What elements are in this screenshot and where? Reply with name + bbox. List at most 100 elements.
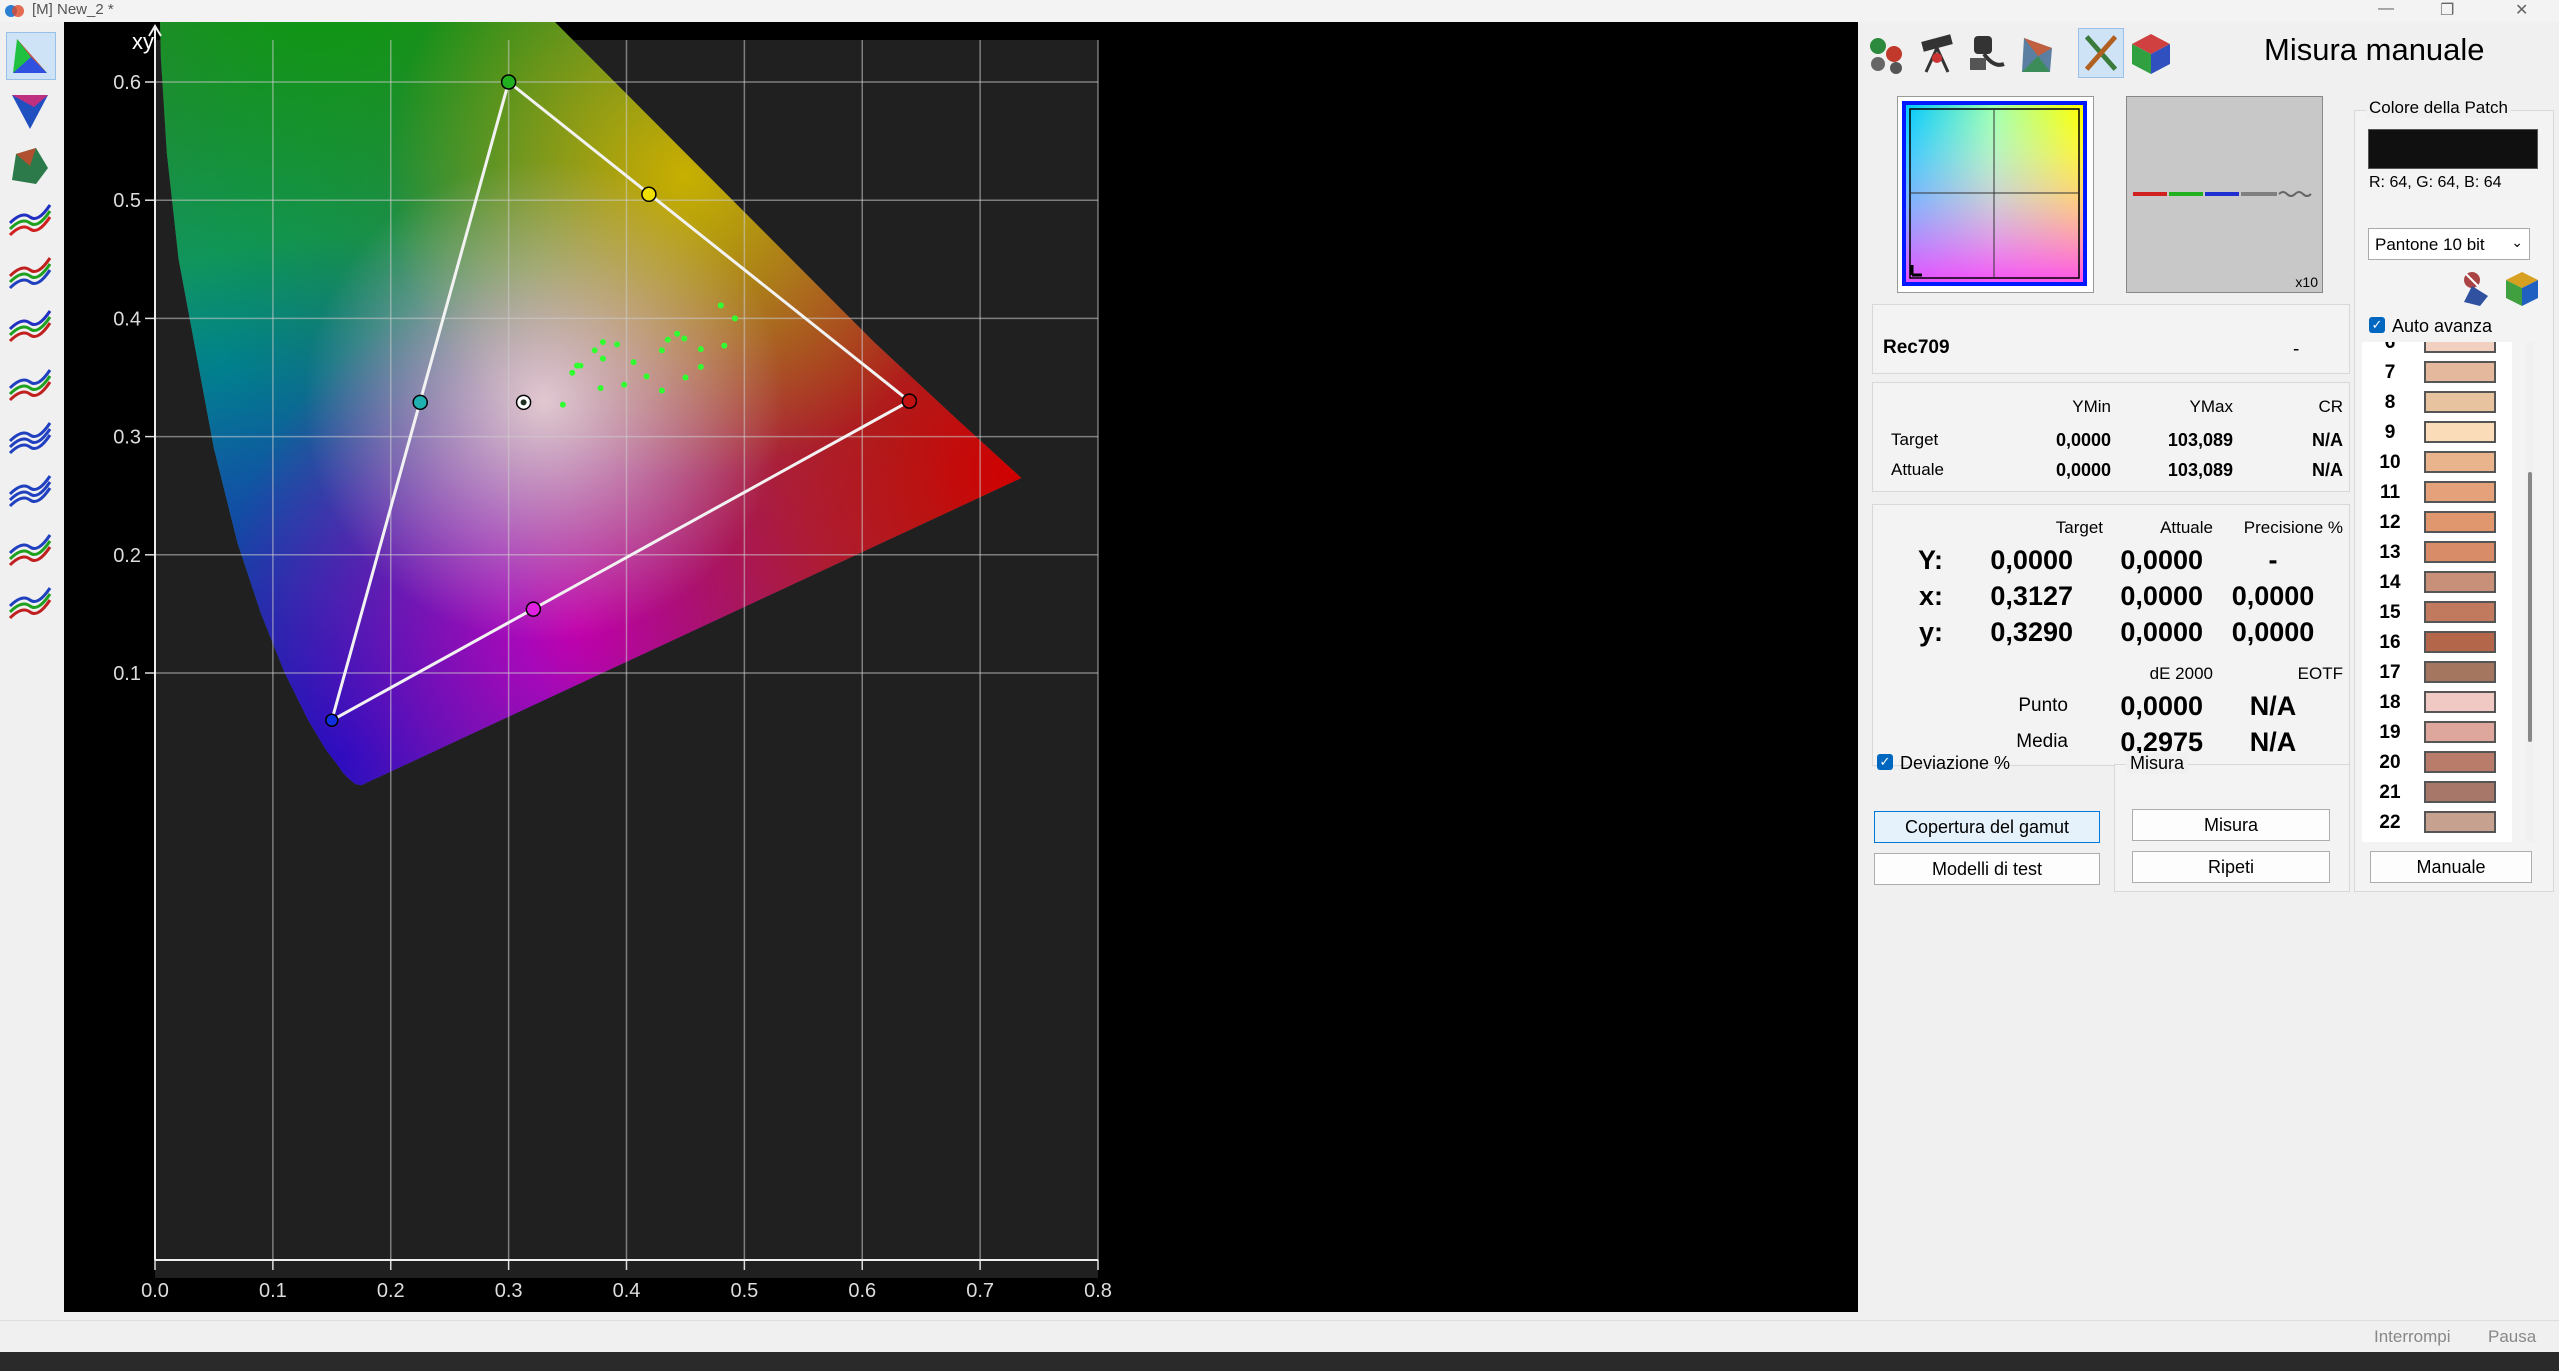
multi-graph-icon[interactable]: [6, 582, 56, 630]
patch-list-item[interactable]: 13: [2362, 538, 2512, 568]
patch-list-item[interactable]: 6: [2362, 342, 2512, 358]
patch-list[interactable]: 6 7 8 9 10 11 12 13 14 15 16 17 18 19 20 21 22: [2362, 342, 2512, 842]
patch-number: 10: [2379, 452, 2401, 473]
measure-button[interactable]: Misura: [2132, 809, 2330, 841]
luminance-icon[interactable]: [6, 142, 56, 190]
cyan-target-point: [412, 394, 428, 411]
close-icon[interactable]: ✕: [2515, 0, 2528, 20]
chevron-down-icon: ⌄: [2511, 234, 2523, 250]
gamut-icon[interactable]: [2014, 28, 2060, 78]
manual-button[interactable]: Manuale: [2370, 851, 2532, 883]
auto-advance-label: Auto avanza: [2392, 316, 2493, 336]
cie-xy-plot: 0.0 0.1 0.2 0.3 0.4 0.5 0.6 0.7 0.8 0.1 0.2 0.3 0.4 0…: [64, 22, 1858, 1312]
Y-precision: -: [2268, 545, 2278, 575]
col-actual: Attuale: [2160, 518, 2213, 537]
patch-list-item[interactable]: 16: [2362, 628, 2512, 658]
patch-swatch: [2424, 421, 2496, 443]
patch-number: 12: [2379, 512, 2401, 533]
patch-list-item[interactable]: 17: [2362, 658, 2512, 688]
patch-list-item[interactable]: 14: [2362, 568, 2512, 598]
taskbar: [0, 1352, 2559, 1371]
patch-list-item[interactable]: 7: [2362, 358, 2512, 388]
patch-list-item[interactable]: 12: [2362, 508, 2512, 538]
add-patch-icon[interactable]: [2502, 268, 2542, 308]
stop-button[interactable]: Interrompi: [2374, 1327, 2451, 1347]
colorspace-value: -: [2293, 339, 2300, 360]
patch-swatch: [2424, 721, 2496, 743]
palette-select[interactable]: Pantone 10 bit ⌄: [2368, 228, 2530, 260]
patch-list-item[interactable]: 8: [2362, 388, 2512, 418]
patch-number: 17: [2379, 662, 2401, 683]
patch-list-item[interactable]: 10: [2362, 448, 2512, 478]
left-toolbar: [0, 22, 64, 1322]
x-tick-label: 0.3: [495, 1280, 523, 1302]
patch-list-item[interactable]: 20: [2362, 748, 2512, 778]
patch-list-item[interactable]: 9: [2362, 418, 2512, 448]
gamut-triangle-icon[interactable]: [6, 87, 56, 135]
misura-group-label: Misura: [2126, 753, 2189, 774]
patch-list-item[interactable]: 18: [2362, 688, 2512, 718]
x-tick-label: 0.7: [966, 1280, 994, 1302]
patterns-icon[interactable]: [1864, 28, 1910, 78]
luminance-table: YMin YMax CR Target 0,0000 103,089 N/A A…: [1872, 382, 2350, 492]
gamut-coverage-button[interactable]: Copertura del gamut: [1874, 811, 2100, 843]
deviation-icon[interactable]: [6, 472, 56, 520]
cube-icon[interactable]: [2128, 28, 2174, 78]
gamma-icon[interactable]: [6, 252, 56, 300]
blue-target-point: [325, 713, 339, 728]
remove-patch-icon[interactable]: [2458, 268, 2498, 308]
patch-swatch: [2424, 511, 2496, 533]
target-ymax: 103,089: [2167, 430, 2233, 450]
patch-list-item[interactable]: 22: [2362, 808, 2512, 838]
measured-point: [599, 355, 606, 362]
saturation-icon[interactable]: [6, 527, 56, 575]
probe-icon[interactable]: [1964, 28, 2010, 78]
x-tick-label: 0.1: [259, 1280, 287, 1302]
measured-point: [621, 381, 628, 388]
de-icon[interactable]: [6, 417, 56, 465]
repeat-button[interactable]: Ripeti: [2132, 851, 2330, 883]
deviation-label: Deviazione %: [1900, 753, 2011, 773]
patch-number: 9: [2384, 422, 2396, 443]
patch-number: 22: [2379, 812, 2401, 833]
y-tick-label: 0.1: [113, 663, 141, 685]
y-tick-label: 0.4: [113, 308, 141, 330]
patch-color-preview: [2368, 129, 2538, 169]
measured-point: [630, 359, 637, 366]
patch-list-item[interactable]: 19: [2362, 718, 2512, 748]
scrollbar-thumb[interactable]: [2528, 472, 2532, 742]
deviation-checkbox[interactable]: ✓: [1877, 754, 1893, 770]
green-target-point: [500, 74, 517, 90]
right-panel: Misura manuale x10 Rec709 - YMin YMax CR…: [1862, 22, 2559, 1312]
palette-select-value: Pantone 10 bit: [2375, 235, 2485, 254]
x-target: 0,3127: [1990, 581, 2073, 611]
Y-label: Y:: [1918, 545, 1943, 575]
auto-advance-checkbox[interactable]: ✓: [2369, 317, 2385, 333]
restore-icon[interactable]: ❐: [2440, 0, 2454, 20]
app-icon: [5, 5, 24, 17]
patch-list-item[interactable]: 15: [2362, 598, 2512, 628]
eotf-icon[interactable]: [6, 362, 56, 410]
punto-de: 0,0000: [2120, 691, 2203, 721]
patch-number: 13: [2379, 542, 2401, 563]
rgb-balance-icon[interactable]: [6, 197, 56, 245]
pause-button[interactable]: Pausa: [2488, 1327, 2536, 1347]
cie-diagram-icon[interactable]: [6, 32, 56, 80]
patch-list-item[interactable]: 21: [2362, 778, 2512, 808]
status-bar: Interrompi Pausa: [0, 1320, 2559, 1351]
patch-list-item[interactable]: 11: [2362, 478, 2512, 508]
y-target: 0,3290: [1990, 617, 2073, 647]
panel-title: Misura manuale: [2264, 32, 2485, 67]
target-ymin: 0,0000: [2055, 430, 2111, 450]
telescope-icon[interactable]: [1914, 28, 1960, 78]
test-models-button[interactable]: Modelli di test: [1874, 853, 2100, 885]
actual-cr: N/A: [2312, 460, 2343, 480]
patch-scrollbar[interactable]: [2526, 342, 2534, 842]
measured-point: [681, 335, 688, 342]
minimize-icon[interactable]: —: [2378, 0, 2394, 18]
col-target: Target: [2055, 518, 2103, 537]
tools-icon[interactable]: [2078, 28, 2124, 78]
rgb-levels-icon[interactable]: [6, 307, 56, 355]
patch-number: 20: [2379, 752, 2401, 773]
col-cr: CR: [2318, 397, 2343, 416]
